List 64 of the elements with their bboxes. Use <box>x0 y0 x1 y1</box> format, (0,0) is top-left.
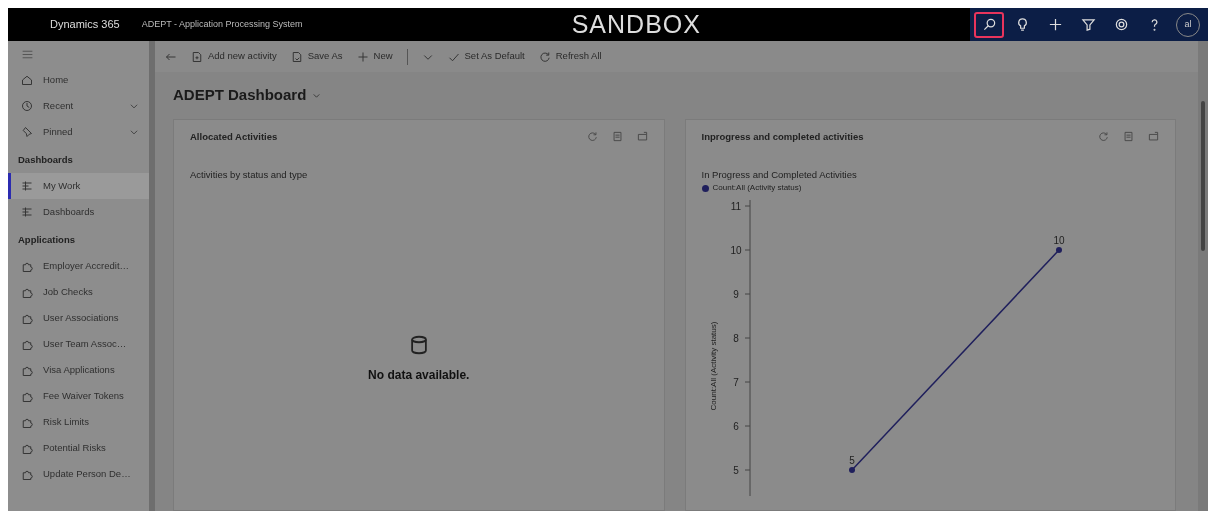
dashboard-title[interactable]: ADEPT Dashboard <box>173 84 307 107</box>
add-activity-button[interactable]: Add new activity <box>191 49 277 64</box>
section-heading: Applications <box>17 233 76 248</box>
sidebar-item[interactable]: User Associations <box>8 305 149 332</box>
sidebar-item[interactable]: My Work <box>8 173 149 200</box>
y-tick <box>744 381 750 383</box>
plus-icon <box>356 50 369 63</box>
scrollbar-thumb[interactable] <box>1201 101 1205 251</box>
y-tick <box>744 205 750 207</box>
y-tick-label: 10 <box>729 244 742 256</box>
app-name[interactable]: Dynamics 365 <box>8 16 142 33</box>
settings-icon[interactable] <box>1113 17 1129 32</box>
dashboard-icon <box>21 180 33 193</box>
plus-icon[interactable] <box>1047 17 1063 32</box>
y-tick <box>744 337 750 339</box>
y-tick-label: 9 <box>732 288 739 300</box>
sidebar-item[interactable]: Risk Limits <box>8 409 149 436</box>
dashboard-icon <box>21 206 33 219</box>
sidebar-item[interactable]: Recent <box>8 93 149 119</box>
sidebar-item[interactable]: Employer Accredit… <box>8 253 149 280</box>
set-default-button[interactable]: Set As Default <box>447 49 525 64</box>
new-button[interactable]: New <box>356 49 393 64</box>
sidebar-item[interactable]: Pinned <box>8 119 149 145</box>
data-label: 5 <box>848 455 855 466</box>
clock-icon <box>21 100 33 112</box>
sidebar-item[interactable]: Potential Risks <box>8 435 149 462</box>
sidebar-item[interactable]: Job Checks <box>8 279 149 306</box>
y-tick-label: 7 <box>732 376 739 388</box>
refresh-button[interactable]: Refresh All <box>538 49 602 64</box>
sidebar-item[interactable]: User Team Assoc… <box>8 331 149 358</box>
y-tick <box>744 425 750 427</box>
y-tick-label: 5 <box>732 464 739 476</box>
empty-message: No data available. <box>368 367 470 384</box>
y-tick-label: 6 <box>732 420 739 432</box>
home-icon <box>21 74 33 86</box>
chart-title: In Progress and Completed Activities <box>701 167 858 182</box>
y-tick-label: 8 <box>732 332 739 344</box>
sidebar-item[interactable]: Home <box>8 67 149 93</box>
refresh-icon <box>538 50 551 63</box>
sidebar-item[interactable]: Dashboards <box>8 199 149 226</box>
card-title: Allocated Activities <box>190 129 278 144</box>
y-axis-label: Count:All (Activity status) <box>708 321 718 411</box>
legend-dot <box>701 184 709 192</box>
document-save-icon <box>290 50 303 63</box>
save-as-button[interactable]: Save As <box>290 49 343 64</box>
document-add-icon <box>191 50 203 63</box>
app-title: ADEPT - Application Processing System <box>141 17 303 31</box>
chart-subtitle: Activities by status and type <box>190 167 309 182</box>
y-tick-label: 11 <box>730 200 741 212</box>
search-button[interactable] <box>974 11 1004 38</box>
section-heading: Dashboards <box>17 153 74 167</box>
data-label: 10 <box>1052 235 1065 246</box>
y-tick <box>744 293 750 295</box>
filter-icon[interactable] <box>1080 17 1096 32</box>
card-title: Inprogress and completed activities <box>701 129 864 144</box>
sidebar-item[interactable]: Visa Applications <box>8 357 149 384</box>
search-icon[interactable] <box>981 17 997 32</box>
sidebar-item[interactable]: Update Person De… <box>8 461 149 488</box>
sidebar-item[interactable]: Fee Waiver Tokens <box>8 383 149 410</box>
legend-label: Count:All (Activity status) <box>712 182 802 194</box>
pin-icon <box>21 126 33 138</box>
environment-label: SANDBOX <box>570 8 702 40</box>
y-tick <box>744 469 750 471</box>
y-tick <box>744 249 750 251</box>
